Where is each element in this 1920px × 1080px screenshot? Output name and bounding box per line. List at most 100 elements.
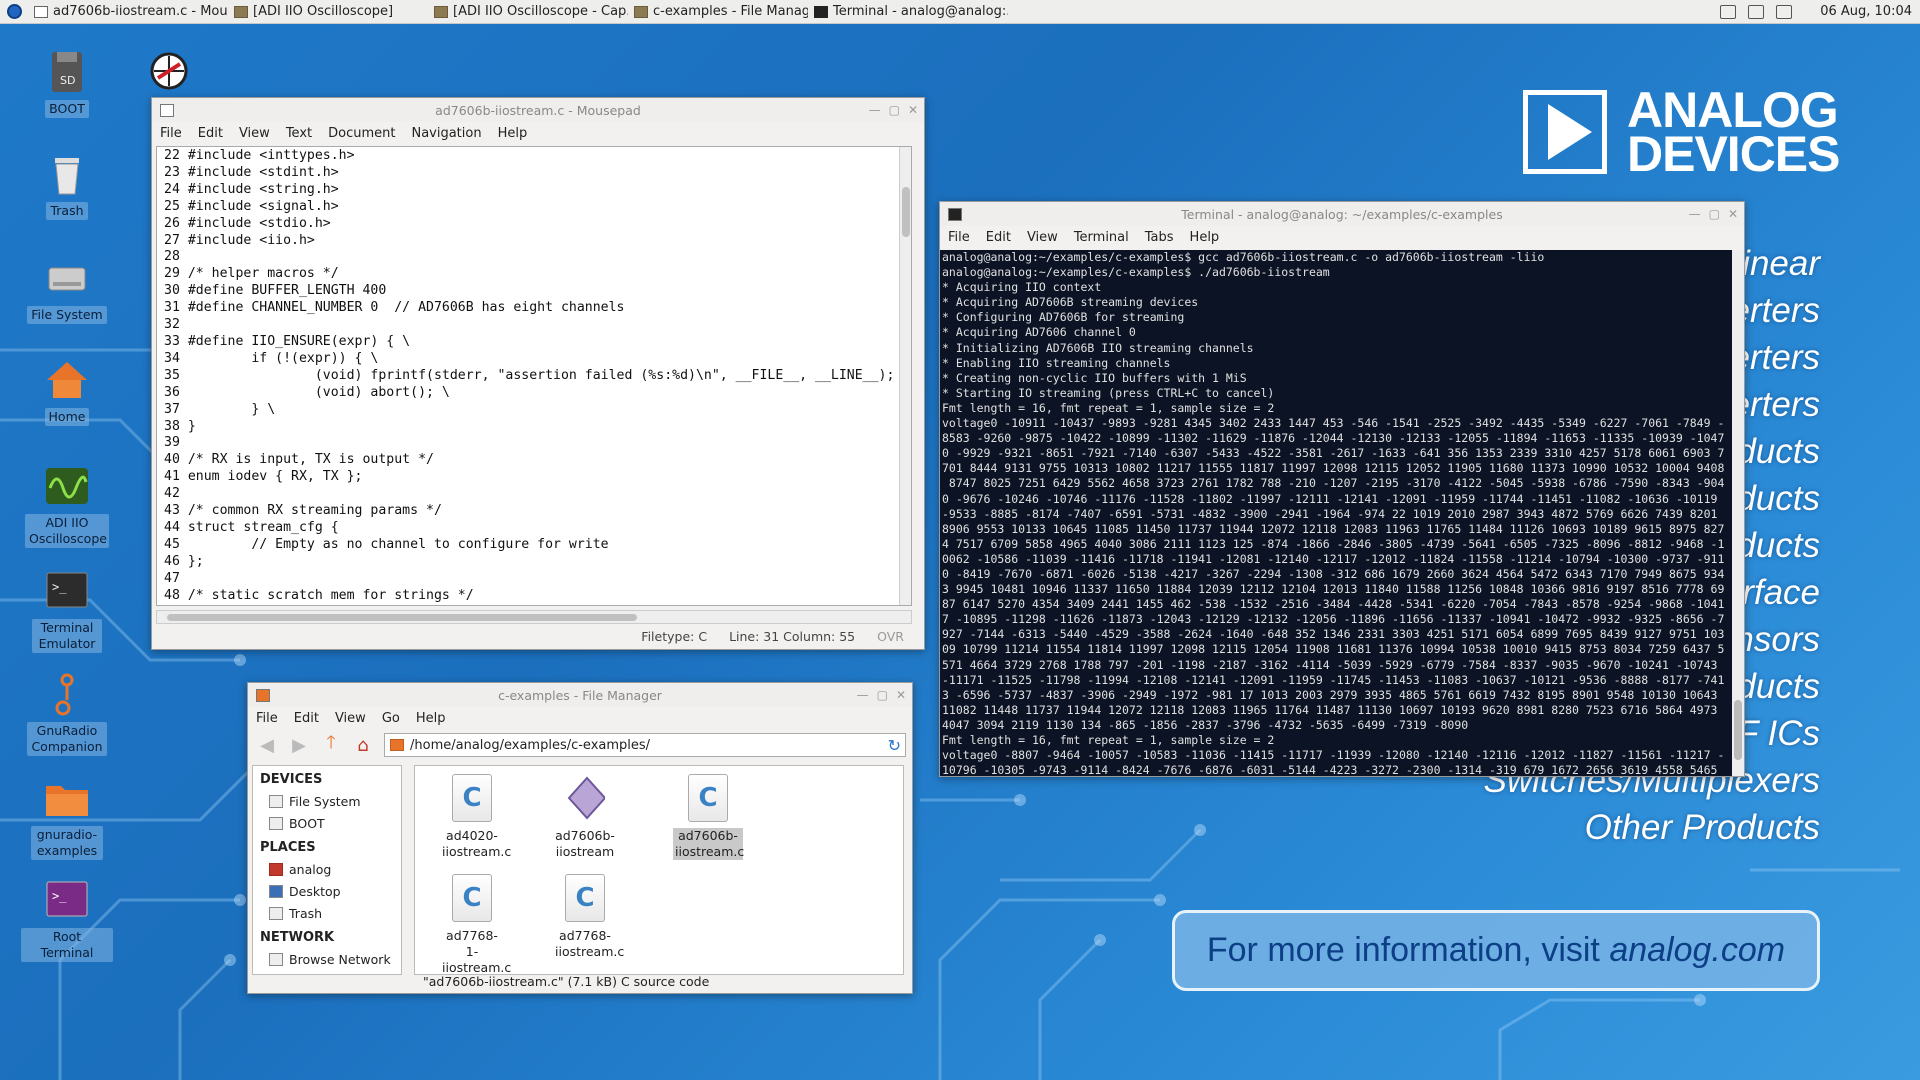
mousepad-titlebar[interactable]: ad7606b-iiostream.c - Mousepad — ▢ ✕ bbox=[152, 98, 924, 122]
home-icon[interactable]: ⌂ bbox=[352, 734, 374, 756]
up-arrow-icon[interactable]: 🡑 bbox=[320, 732, 342, 756]
taskbar-task-file-manager[interactable]: c-examples - File Manager bbox=[628, 0, 808, 24]
file-manager-sidebar: DEVICES File System BOOT PLACES analog D… bbox=[252, 765, 402, 975]
file-item[interactable]: ad7606b-iiostream bbox=[530, 774, 640, 860]
sidebar-item-analog[interactable]: analog bbox=[253, 858, 401, 880]
top-panel: ad7606b-iiostream.c - Mou... [ADI IIO Os… bbox=[0, 0, 1920, 24]
terminal-icon: >_ bbox=[43, 567, 91, 615]
menu-file[interactable]: File bbox=[948, 230, 970, 245]
desktop-icon-oscilloscope[interactable]: ADI IIO Oscilloscope bbox=[21, 462, 113, 548]
minimize-button[interactable]: — bbox=[1689, 207, 1701, 221]
editor-horizontal-scrollbar[interactable] bbox=[156, 610, 912, 624]
desktop-icon-home[interactable]: Home bbox=[21, 356, 113, 426]
maximize-button[interactable]: ▢ bbox=[1709, 207, 1720, 221]
clock[interactable]: 06 Aug, 10:04 bbox=[1820, 4, 1912, 19]
file-item[interactable]: C ad7768-iiostream.c bbox=[530, 874, 640, 960]
menu-navigation[interactable]: Navigation bbox=[411, 126, 481, 141]
menu-view[interactable]: View bbox=[1027, 230, 1058, 245]
terminal-output[interactable]: analog@analog:~/examples/c-examples$ gcc… bbox=[940, 250, 1733, 776]
menu-file[interactable]: File bbox=[256, 711, 278, 726]
desktop-icon-terminal-emulator[interactable]: >_ Terminal Emulator bbox=[21, 567, 113, 653]
sidebar-item-label: Browse Network bbox=[289, 951, 391, 967]
menu-file[interactable]: File bbox=[160, 126, 182, 141]
home-icon bbox=[269, 862, 283, 876]
volume-icon[interactable] bbox=[1776, 4, 1793, 19]
taskbar-task-oscilloscope[interactable]: [ADI IIO Oscilloscope] bbox=[228, 0, 428, 24]
product-line: nsors bbox=[1734, 620, 1820, 659]
menu-go[interactable]: Go bbox=[382, 711, 400, 726]
code-editor[interactable]: 22 #include <inttypes.h> 23 #include <st… bbox=[156, 146, 912, 606]
terminal-icon bbox=[814, 5, 828, 18]
taskbar-task-terminal[interactable]: Terminal - analog@analog:... bbox=[808, 0, 1008, 24]
maximize-button[interactable]: ▢ bbox=[877, 688, 888, 702]
menu-help[interactable]: Help bbox=[416, 711, 446, 726]
desktop-icon-root-terminal[interactable]: >_ Root Terminal bbox=[21, 876, 113, 962]
menu-edit[interactable]: Edit bbox=[198, 126, 223, 141]
location-path: /home/analog/examples/c-examples/ bbox=[410, 737, 651, 753]
trash-icon bbox=[43, 150, 91, 198]
menu-edit[interactable]: Edit bbox=[294, 711, 319, 726]
close-button[interactable]: ✕ bbox=[1728, 207, 1738, 221]
logo-line-2: DEVICES bbox=[1627, 126, 1841, 182]
menu-text[interactable]: Text bbox=[286, 126, 312, 141]
file-item[interactable]: C ad4020-iiostream.c bbox=[417, 774, 527, 860]
window-title: Terminal - analog@analog: ~/examples/c-e… bbox=[1181, 206, 1503, 222]
desktop-icon-boot[interactable]: SD BOOT bbox=[21, 48, 113, 118]
info-link: analog.com bbox=[1609, 931, 1786, 969]
forward-arrow-icon[interactable]: ▶ bbox=[288, 734, 310, 756]
menu-document[interactable]: Document bbox=[328, 126, 395, 141]
adi-triangle-icon bbox=[1523, 90, 1607, 174]
desktop-icon-file-system[interactable]: File System bbox=[21, 254, 113, 324]
file-icon-view[interactable]: C ad4020-iiostream.c ad7606b-iiostream C… bbox=[414, 765, 904, 975]
desktop-icon-label: Terminal Emulator bbox=[32, 619, 102, 653]
applications-menu-button[interactable] bbox=[0, 0, 28, 24]
mousepad-window: ad7606b-iiostream.c - Mousepad — ▢ ✕ File … bbox=[151, 97, 925, 650]
menu-tabs[interactable]: Tabs bbox=[1145, 230, 1174, 245]
menu-help[interactable]: Help bbox=[1190, 230, 1220, 245]
location-bar[interactable]: /home/analog/examples/c-examples/ ↻ bbox=[384, 733, 906, 757]
desktop-icon-gnuradio-examples[interactable]: gnuradio-examples bbox=[21, 774, 113, 860]
c-source-icon: C bbox=[688, 774, 728, 822]
home-icon bbox=[43, 356, 91, 404]
taskbar-task-oscilloscope-capture[interactable]: [ADI IIO Oscilloscope - Cap... bbox=[428, 0, 628, 24]
trash-icon bbox=[269, 906, 283, 920]
file-item[interactable]: C ad7768-1-iiostream.c bbox=[417, 874, 527, 976]
sidebar-item-boot[interactable]: BOOT bbox=[253, 812, 401, 834]
menu-help[interactable]: Help bbox=[498, 126, 528, 141]
iio-scope-launcher-icon[interactable] bbox=[146, 48, 192, 94]
svg-text:>_: >_ bbox=[52, 889, 67, 903]
file-name: ad4020-iiostream.c bbox=[442, 828, 512, 859]
taskbar-task-mousepad[interactable]: ad7606b-iiostream.c - Mou... bbox=[28, 0, 228, 24]
menu-view[interactable]: View bbox=[239, 126, 270, 141]
sidebar-item-browse-network[interactable]: Browse Network bbox=[253, 948, 401, 970]
sidebar-item-desktop[interactable]: Desktop bbox=[253, 880, 401, 902]
taskbar-task-label: Terminal - analog@analog:... bbox=[833, 4, 1008, 19]
sidebar-section-places: PLACES bbox=[260, 840, 316, 855]
network-icon[interactable] bbox=[1748, 4, 1765, 19]
menu-view[interactable]: View bbox=[335, 711, 366, 726]
minimize-button[interactable]: — bbox=[869, 103, 881, 117]
desktop-icon-trash[interactable]: Trash bbox=[21, 150, 113, 220]
window-title: c-examples - File Manager bbox=[498, 687, 662, 703]
file-item-selected[interactable]: C ad7606b-iiostream.c bbox=[653, 774, 763, 860]
menu-edit[interactable]: Edit bbox=[986, 230, 1011, 245]
back-arrow-icon[interactable]: ◀ bbox=[256, 734, 278, 756]
reload-icon[interactable]: ↻ bbox=[888, 736, 901, 755]
sidebar-item-file-system[interactable]: File System bbox=[253, 790, 401, 812]
close-button[interactable]: ✕ bbox=[908, 103, 918, 117]
desktop-icon-gnuradio[interactable]: GnuRadio Companion bbox=[21, 670, 113, 756]
sidebar-item-trash[interactable]: Trash bbox=[253, 902, 401, 924]
keyboard-icon[interactable] bbox=[1720, 4, 1737, 19]
terminal-scrollbar[interactable] bbox=[1732, 250, 1744, 776]
terminal-titlebar[interactable]: Terminal - analog@analog: ~/examples/c-e… bbox=[940, 202, 1744, 226]
close-button[interactable]: ✕ bbox=[896, 688, 906, 702]
c-source-icon: C bbox=[452, 874, 492, 922]
editor-vertical-scrollbar[interactable] bbox=[899, 147, 911, 605]
file-manager-titlebar[interactable]: c-examples - File Manager — ▢ ✕ bbox=[248, 683, 912, 707]
maximize-button[interactable]: ▢ bbox=[889, 103, 900, 117]
c-source-icon: C bbox=[565, 874, 605, 922]
menu-terminal[interactable]: Terminal bbox=[1074, 230, 1129, 245]
folder-icon bbox=[390, 739, 404, 751]
minimize-button[interactable]: — bbox=[857, 688, 869, 702]
status-filetype[interactable]: Filetype: C bbox=[641, 629, 707, 644]
